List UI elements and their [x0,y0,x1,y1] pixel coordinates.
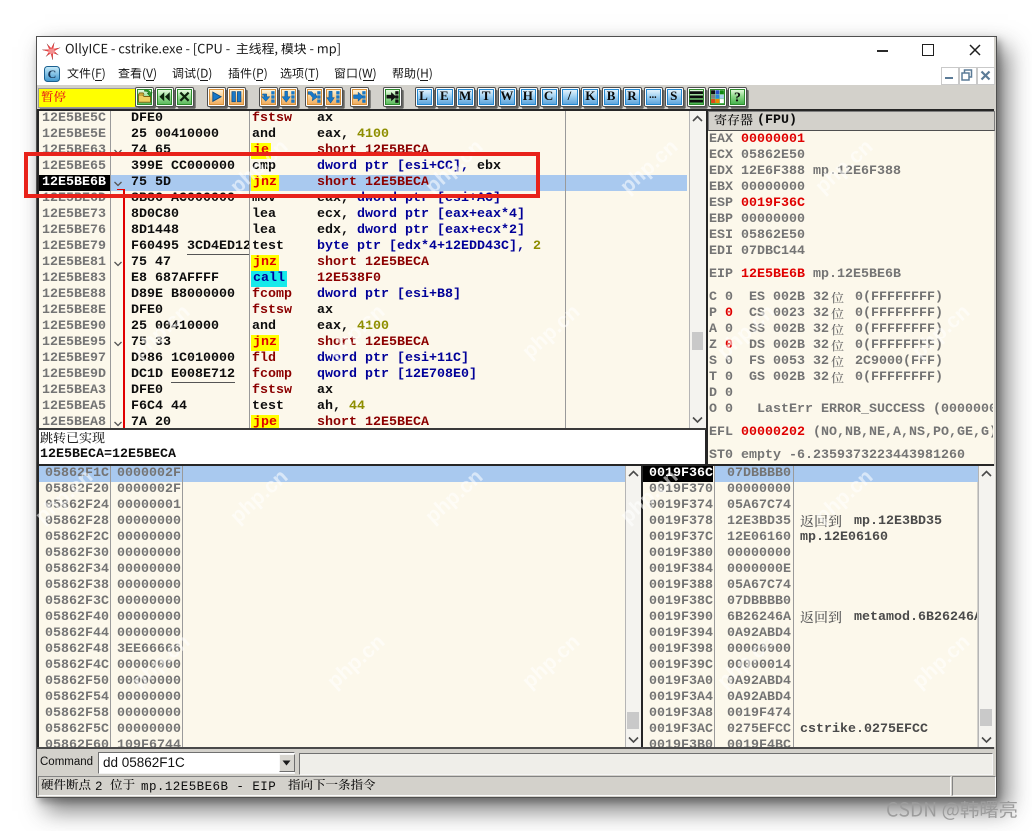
svg-text:?: ? [734,90,741,105]
svg-text:C: C [48,67,57,81]
